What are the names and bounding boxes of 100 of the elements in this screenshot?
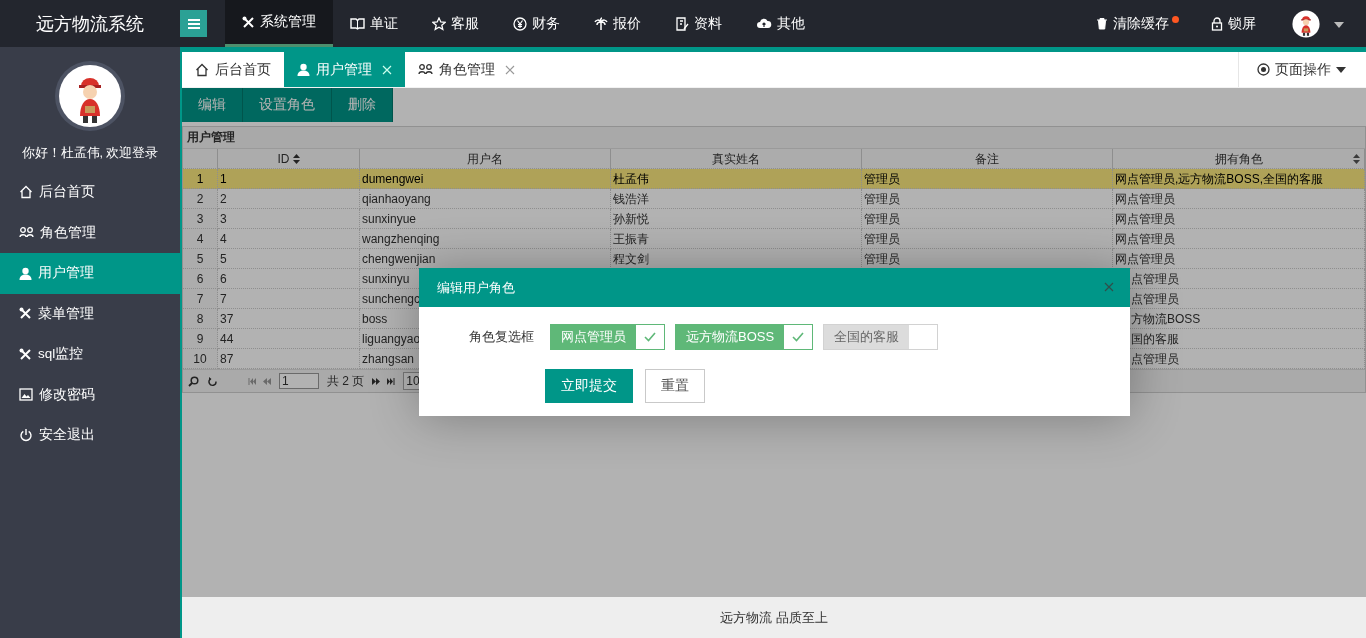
home-icon: [19, 185, 33, 200]
tools-icon: [242, 15, 255, 29]
star-icon: [432, 16, 446, 31]
table-cell: 4: [218, 229, 360, 249]
row-number: 9: [183, 329, 218, 349]
nav-menu-item[interactable]: 其他: [739, 0, 822, 47]
sort-icon: [292, 153, 300, 164]
sidebar-item[interactable]: sql监控: [0, 334, 180, 375]
row-number: 5: [183, 249, 218, 269]
table-cell: 网点管理员: [1113, 189, 1365, 209]
page-tab[interactable]: 角色管理: [405, 52, 528, 87]
previous-page-icon: [263, 377, 271, 385]
sidebar-item[interactable]: 安全退出: [0, 415, 180, 456]
clear-cache-button[interactable]: 清除缓存: [1084, 0, 1191, 47]
power-icon: [19, 428, 33, 443]
menu-toggle-button[interactable]: [180, 10, 207, 37]
table-cell: dumengwei: [360, 169, 611, 189]
table-cell: 5: [218, 249, 360, 269]
tools-icon: [19, 307, 32, 321]
table-cell: 管理员: [862, 189, 1113, 209]
page-tab[interactable]: 后台首页: [182, 52, 284, 87]
last-page-icon: [386, 377, 396, 385]
nav-menu-item[interactable]: 财务: [496, 0, 577, 47]
column-header[interactable]: 备注: [862, 149, 1113, 169]
document-icon: [675, 16, 689, 31]
close-icon[interactable]: [1104, 282, 1114, 292]
page-actions-menu[interactable]: 页面操作: [1238, 52, 1366, 87]
table-cell: 44: [218, 329, 360, 349]
menu-icon: [187, 18, 200, 29]
lock-screen-button[interactable]: 锁屏: [1199, 0, 1268, 47]
table-cell: 管理员: [862, 229, 1113, 249]
table-cell: sunxinyue: [360, 209, 611, 229]
home-icon: [195, 62, 209, 77]
cloud-upload-icon: [756, 17, 772, 30]
trash-icon: [1096, 17, 1108, 30]
table-cell: qianhaoyang: [360, 189, 611, 209]
row-number: 6: [183, 269, 218, 289]
user-avatar: [1292, 9, 1320, 38]
grid-title: 用户管理: [183, 127, 1365, 149]
footer-text: 远方物流 品质至上: [182, 597, 1366, 638]
tools-icon: [19, 347, 32, 361]
lock-icon: [1211, 16, 1223, 31]
field-label: 角色复选框: [468, 328, 535, 346]
sidebar-item[interactable]: 后台首页: [0, 172, 180, 213]
palm-icon: [594, 16, 608, 31]
book-icon: [350, 17, 365, 30]
sidebar-item[interactable]: 角色管理: [0, 212, 180, 253]
sidebar-item[interactable]: 用户管理: [0, 253, 180, 294]
column-header[interactable]: 用户名: [360, 149, 611, 169]
table-cell: 37: [218, 309, 360, 329]
table-cell: 钱浩洋: [611, 189, 862, 209]
user-icon: [297, 63, 310, 76]
role-checkbox[interactable]: 全国的客服: [823, 324, 939, 350]
sidebar-item[interactable]: 修改密码: [0, 374, 180, 415]
nav-menu-item[interactable]: 客服: [415, 0, 496, 47]
row-number: 3: [183, 209, 218, 229]
row-number: 7: [183, 289, 218, 309]
sort-icon: [1353, 154, 1360, 164]
close-tab-icon: [382, 64, 392, 75]
page-tab[interactable]: 用户管理: [284, 52, 405, 87]
close-tab-icon: [505, 64, 515, 75]
table-cell: 6: [218, 269, 360, 289]
app-logo: 远方物流系统: [35, 12, 145, 36]
column-header[interactable]: 真实姓名: [611, 149, 862, 169]
sidebar-item[interactable]: 菜单管理: [0, 293, 180, 334]
user-icon: [19, 266, 32, 280]
table-cell: 网点管理员: [1113, 229, 1365, 249]
page-count-text: 共 2 页: [327, 372, 365, 390]
table-cell: 王振青: [611, 229, 862, 249]
reset-button[interactable]: 重置: [645, 369, 705, 403]
table-cell: 网点管理员: [1113, 209, 1365, 229]
table-cell: 7: [218, 289, 360, 309]
caret-icon: [1336, 66, 1346, 73]
search-icon: [188, 375, 199, 387]
table-cell: 1: [218, 169, 360, 189]
check-icon: [792, 332, 805, 342]
users-icon: [418, 63, 433, 76]
row-number: 2: [183, 189, 218, 209]
table-cell: 2: [218, 189, 360, 209]
table-cell: 管理员: [862, 209, 1113, 229]
users-icon: [19, 226, 34, 240]
page-number-field[interactable]: 1: [279, 373, 319, 389]
dropdown-caret-icon: [1334, 22, 1344, 28]
column-header[interactable]: 拥有角色: [1113, 149, 1365, 169]
table-cell: 3: [218, 209, 360, 229]
check-icon: [644, 332, 656, 342]
row-number: 8: [183, 309, 218, 329]
table-cell: 杜孟伟: [611, 169, 862, 189]
nav-menu-item[interactable]: 报价: [577, 0, 658, 47]
table-cell: 孙新悦: [611, 209, 862, 229]
nav-menu-item[interactable]: 资料: [658, 0, 739, 47]
image-icon: [19, 388, 33, 402]
next-page-icon: [372, 377, 381, 385]
table-cell: 管理员: [862, 169, 1113, 189]
nav-menu-item[interactable]: 单证: [333, 0, 415, 47]
nav-menu-item[interactable]: 系统管理: [225, 0, 333, 47]
column-header[interactable]: ID: [218, 149, 360, 169]
refresh-icon: [207, 375, 218, 387]
row-number: 4: [183, 229, 218, 249]
submit-button[interactable]: 立即提交: [545, 369, 633, 403]
